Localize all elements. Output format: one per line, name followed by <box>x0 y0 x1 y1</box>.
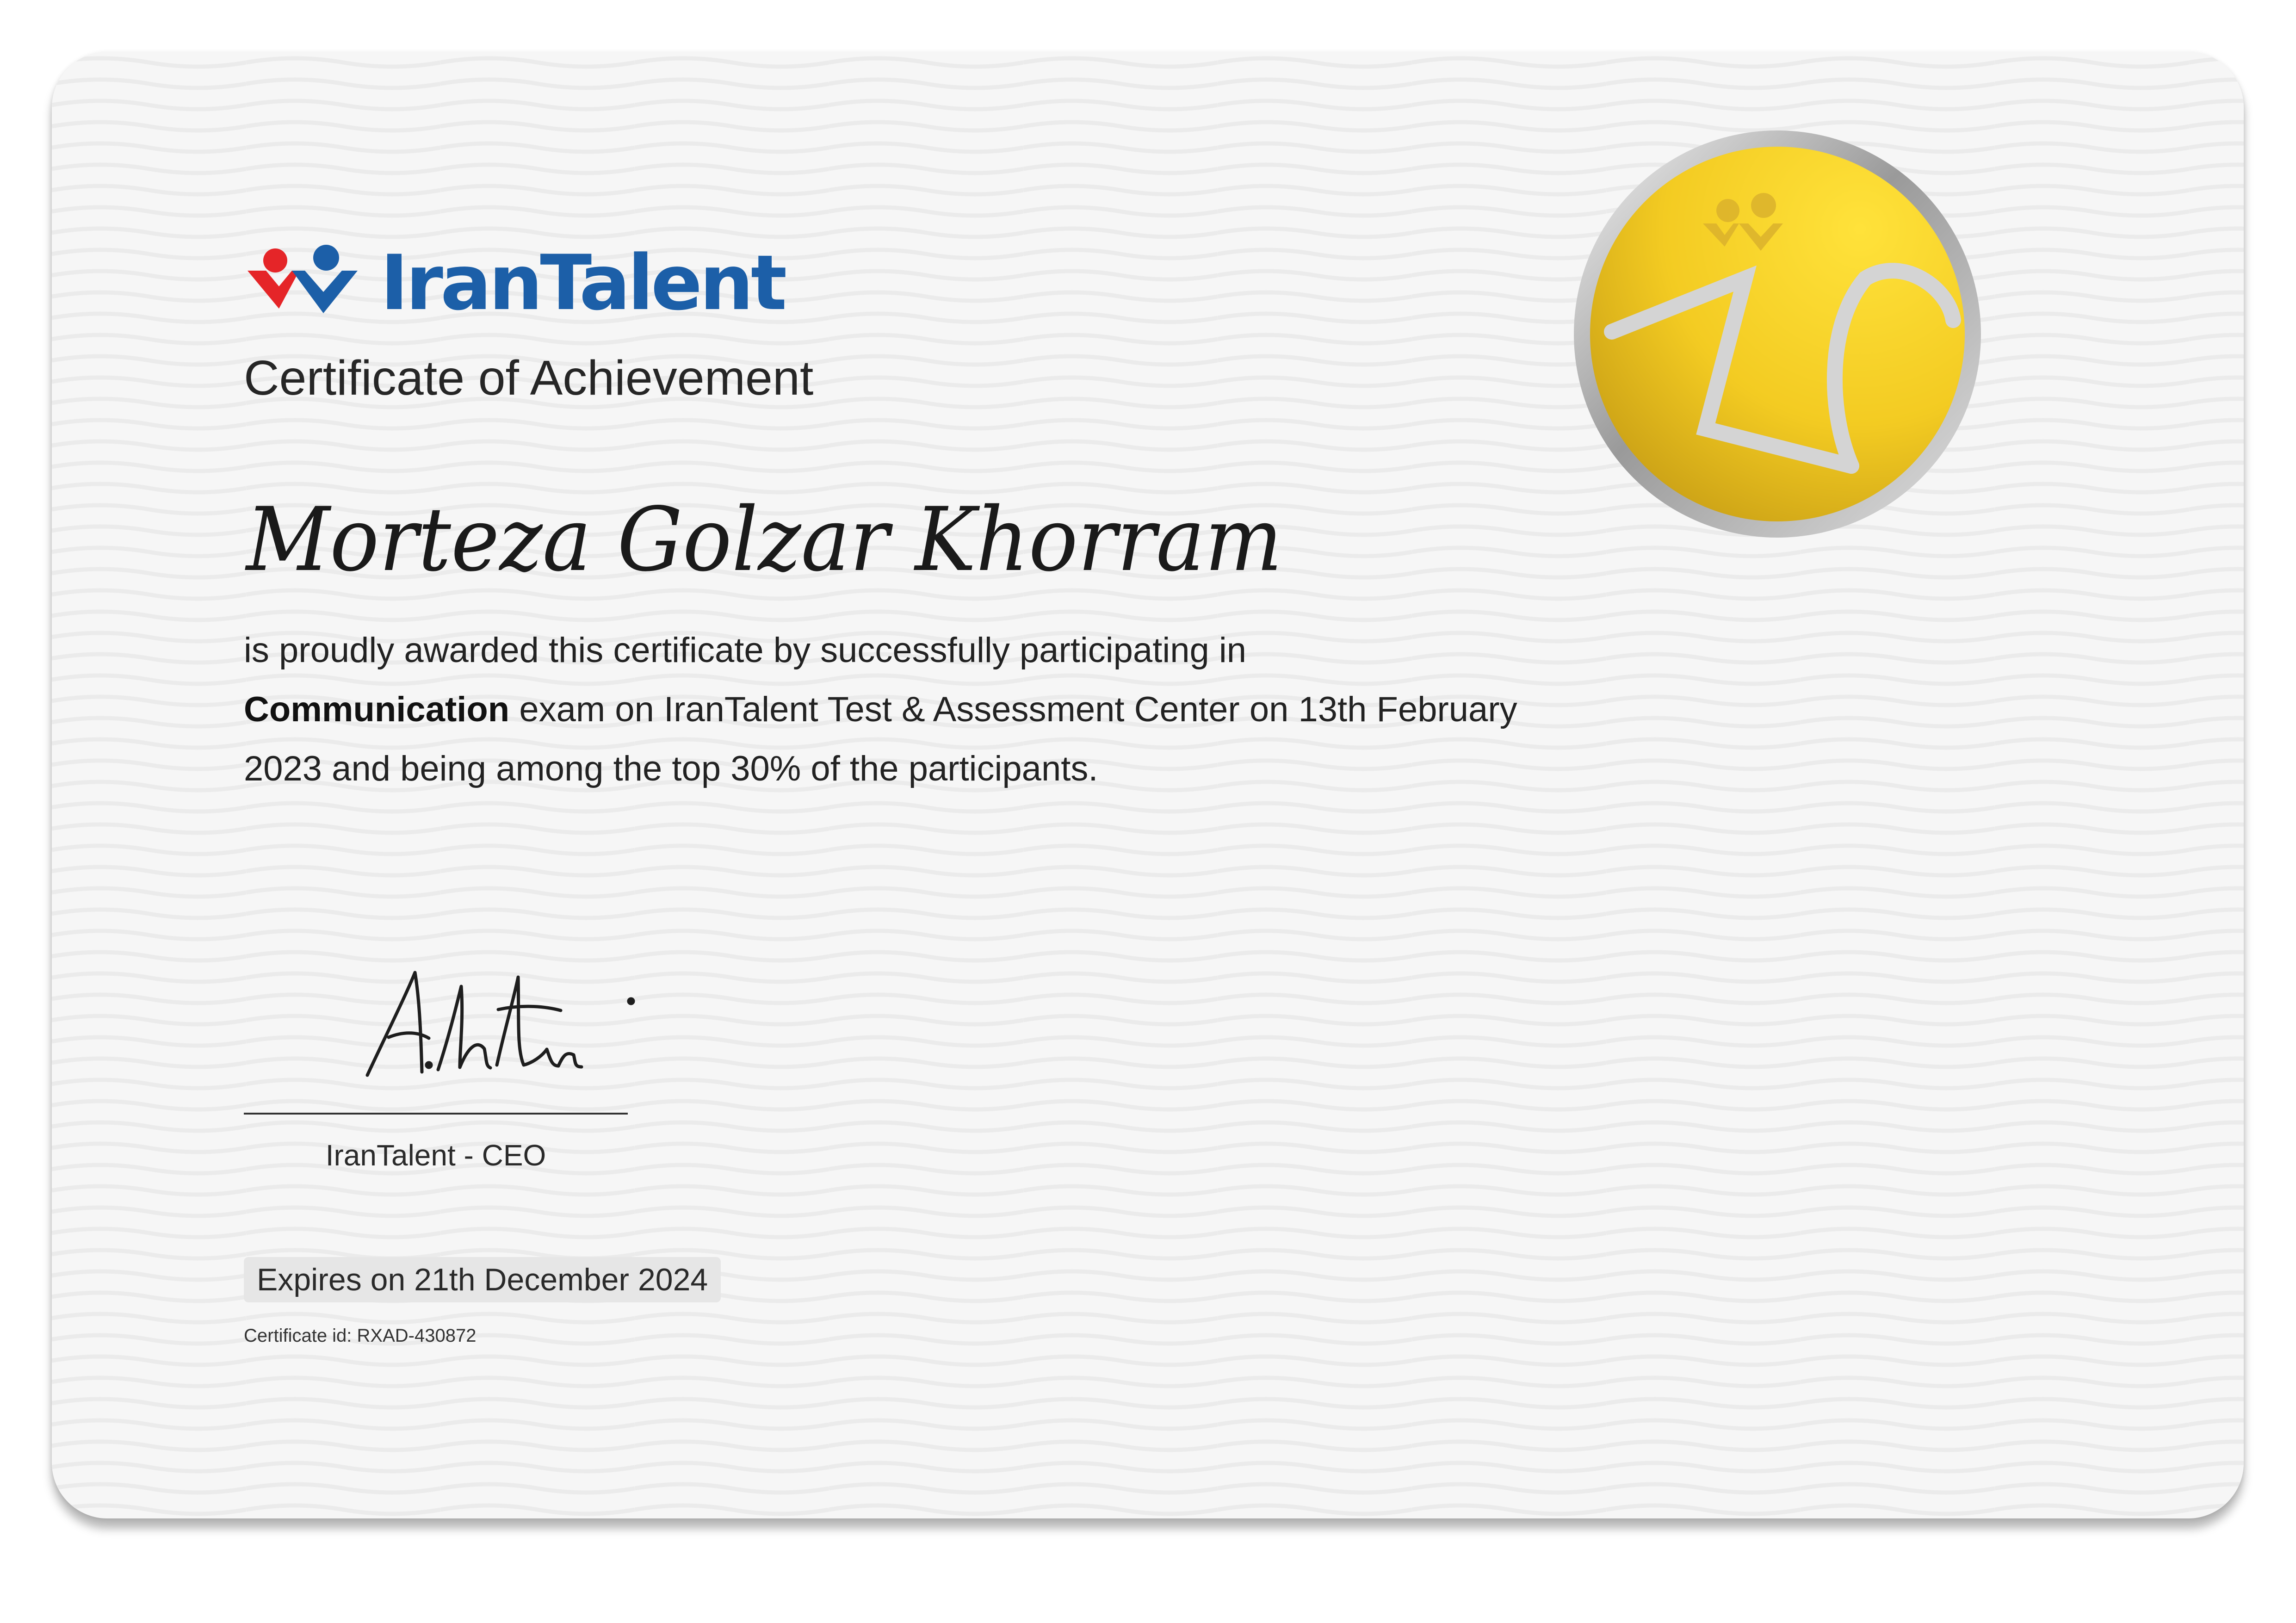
expiry-badge: Expires on 21th December 2024 <box>244 1257 721 1302</box>
irantalent-logo: IranTalent <box>244 188 787 327</box>
award-description: is proudly awarded this certificate by s… <box>244 621 1585 799</box>
award-line-1: is proudly awarded this certificate by s… <box>244 631 1247 670</box>
certificate-id: Certificate id: RXAD-430872 <box>244 1326 477 1346</box>
certificate-card: IranTalent Certificate of Achievement Mo… <box>52 52 2244 1518</box>
signatory-title: IranTalent - CEO <box>325 1139 546 1172</box>
signature-line <box>244 1113 628 1115</box>
recipient-name: Morteza Golzar Khorram <box>245 489 1282 591</box>
ceo-signature <box>365 971 635 1077</box>
gold-medal-icon <box>1574 130 1981 538</box>
brand-name: IranTalent <box>380 239 787 327</box>
recipient-name-text: Morteza Golzar Khorram <box>245 489 1282 591</box>
irantalent-logo-icon <box>248 245 358 313</box>
certificate-title: Certificate of Achievement <box>244 351 814 405</box>
exam-name: Communication <box>244 690 510 729</box>
